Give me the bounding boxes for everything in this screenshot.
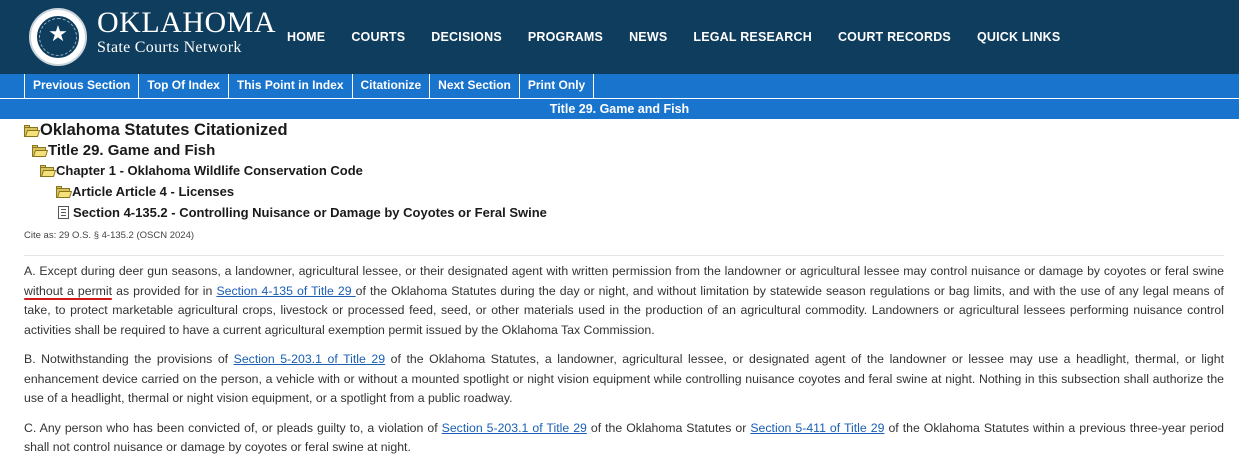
paragraph-c: C. Any person who has been convicted of,… [24, 419, 1224, 458]
paragraph-b: B. Notwithstanding the provisions of Sec… [24, 350, 1224, 409]
site-header: ★ OKLAHOMA State Courts Network HOME COU… [0, 0, 1239, 74]
paragraph-a-text: as provided for in [112, 283, 217, 298]
nav-courts[interactable]: COURTS [338, 30, 418, 44]
brand[interactable]: OKLAHOMA State Courts Network [97, 8, 276, 57]
print-only-button[interactable]: Print Only [520, 74, 595, 98]
tree-label-statutes: Oklahoma Statutes Citationized [40, 121, 288, 139]
nav-programs[interactable]: PROGRAMS [515, 30, 616, 44]
toolbar-links: Previous Section Top Of Index This Point… [24, 74, 595, 98]
title-bar: Title 29. Game and Fish [0, 99, 1239, 119]
star-icon: ★ [48, 22, 68, 47]
citationize-button[interactable]: Citationize [353, 74, 431, 98]
annotated-phrase: without a permit [24, 283, 113, 298]
link-section-4-135[interactable]: Section 4-135 of Title 29 [216, 284, 355, 298]
tree-label-chapter: Chapter 1 - Oklahoma Wildlife Conservati… [56, 163, 363, 178]
tree-node-statutes[interactable]: Oklahoma Statutes Citationized [24, 121, 288, 140]
folder-open-icon [56, 185, 73, 198]
state-seal-icon[interactable]: ★ [29, 8, 87, 66]
folder-open-icon [24, 124, 41, 137]
nav-news[interactable]: NEWS [616, 30, 680, 44]
brand-title: OKLAHOMA [97, 6, 276, 39]
this-point-in-index-button[interactable]: This Point in Index [229, 74, 353, 98]
previous-section-button[interactable]: Previous Section [25, 74, 140, 98]
statute-text: A. Except during deer gun seasons, a lan… [24, 262, 1224, 468]
paragraph-b-text: B. Notwithstanding the provisions of [24, 352, 234, 366]
divider [24, 255, 1224, 256]
nav-quick-links[interactable]: QUICK LINKS [964, 30, 1073, 44]
tree-label-title: Title 29. Game and Fish [48, 142, 216, 159]
tree-label-article: Article Article 4 - Licenses [72, 184, 235, 199]
nav-court-records[interactable]: COURT RECORDS [825, 30, 964, 44]
tree-node-section[interactable]: Section 4-135.2 - Controlling Nuisance o… [58, 205, 547, 220]
main-nav: HOME COURTS DECISIONS PROGRAMS NEWS LEGA… [274, 0, 1073, 74]
folder-open-icon [40, 164, 57, 177]
paragraph-a: A. Except during deer gun seasons, a lan… [24, 262, 1224, 340]
section-toolbar: Previous Section Top Of Index This Point… [0, 74, 1239, 98]
brand-subtitle: State Courts Network [97, 39, 242, 56]
seal-inner: ★ [35, 14, 81, 60]
cite-as: Cite as: 29 O.S. § 4-135.2 (OSCN 2024) [24, 230, 195, 241]
paragraph-c-text: C. Any person who has been convicted of,… [24, 420, 442, 435]
paragraph-a-text: A. Except during deer gun seasons, a lan… [24, 264, 1224, 278]
folder-open-icon [32, 144, 49, 157]
tree-node-title[interactable]: Title 29. Game and Fish [32, 142, 215, 159]
link-section-5-411[interactable]: Section 5-411 of Title 29 [750, 421, 884, 435]
paragraph-c-text: of the Oklahoma Statutes or [586, 420, 751, 435]
nav-decisions[interactable]: DECISIONS [418, 30, 515, 44]
nav-legal-research[interactable]: LEGAL RESEARCH [680, 30, 825, 44]
tree-label-section: Section 4-135.2 - Controlling Nuisance o… [73, 205, 547, 220]
document-icon [58, 206, 69, 219]
next-section-button[interactable]: Next Section [430, 74, 520, 98]
top-of-index-button[interactable]: Top Of Index [139, 74, 229, 98]
link-section-5-203-1[interactable]: Section 5-203.1 of Title 29 [442, 421, 587, 435]
tree-node-article[interactable]: Article Article 4 - Licenses [56, 184, 234, 199]
link-section-5-203-1[interactable]: Section 5-203.1 of Title 29 [234, 352, 385, 366]
tree-node-chapter[interactable]: Chapter 1 - Oklahoma Wildlife Conservati… [40, 163, 363, 178]
nav-home[interactable]: HOME [274, 30, 338, 44]
